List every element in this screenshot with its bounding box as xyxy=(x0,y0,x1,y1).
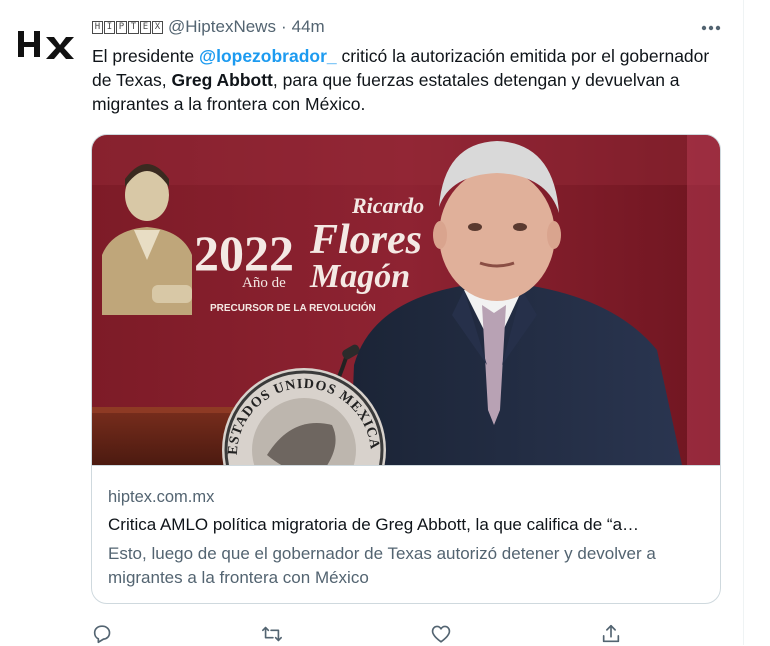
more-icon xyxy=(701,25,721,31)
banner-name-2: Flores xyxy=(309,217,422,263)
handle[interactable]: @HiptexNews xyxy=(168,17,276,37)
timeline-divider xyxy=(743,0,744,645)
hiptex-logo-icon xyxy=(18,31,74,59)
card-body[interactable]: hiptex.com.mx Critica AMLO política migr… xyxy=(92,465,720,603)
banner-subtitle: PRECURSOR DE LA REVOLUCIÓN xyxy=(210,301,376,314)
display-name-glyph: T xyxy=(128,20,139,34)
display-name-glyph: H xyxy=(92,20,103,34)
banner-year: 2022 xyxy=(194,225,294,281)
display-name-glyph: P xyxy=(116,20,127,34)
retweet-icon xyxy=(262,626,282,642)
card-domain: hiptex.com.mx xyxy=(108,488,215,506)
retweet-button[interactable] xyxy=(260,622,284,646)
reply-icon xyxy=(93,625,111,644)
share-button[interactable] xyxy=(599,622,623,646)
card-title: Critica AMLO política migratoria de Greg… xyxy=(108,515,640,534)
tweet-text-part: El presidente xyxy=(92,46,200,66)
avatar[interactable] xyxy=(14,26,76,62)
banner-ano-de: Año de xyxy=(242,275,286,291)
more-button[interactable] xyxy=(700,18,722,38)
mention-link[interactable]: @lopezobrador_ xyxy=(199,46,337,66)
action-bar xyxy=(90,622,620,646)
card-description: Esto, luego de que el gobernador de Texa… xyxy=(108,544,656,587)
tweet-text-bold: Greg Abbott xyxy=(171,70,273,90)
tweet-text: El presidente @lopezobrador_ criticó la … xyxy=(92,44,722,116)
display-name[interactable]: H I P T E X xyxy=(92,20,163,34)
display-name-glyph: X xyxy=(152,20,163,34)
banner-name-3: Magón xyxy=(309,258,410,295)
tweet-header: H I P T E X @HiptexNews · 44m xyxy=(92,16,325,38)
banner-name-1: Ricardo xyxy=(351,193,424,218)
card-image: 2022 Año de Ricardo Flores Magón PRECURS… xyxy=(92,135,720,465)
display-name-glyph: I xyxy=(104,20,115,34)
display-name-glyph: E xyxy=(140,20,151,34)
share-icon xyxy=(602,624,620,643)
like-button[interactable] xyxy=(429,622,453,646)
link-card[interactable]: 2022 Año de Ricardo Flores Magón PRECURS… xyxy=(91,134,721,604)
separator: · xyxy=(280,17,287,36)
like-icon xyxy=(431,625,451,643)
timestamp[interactable]: 44m xyxy=(292,17,325,37)
reply-button[interactable] xyxy=(90,622,114,646)
